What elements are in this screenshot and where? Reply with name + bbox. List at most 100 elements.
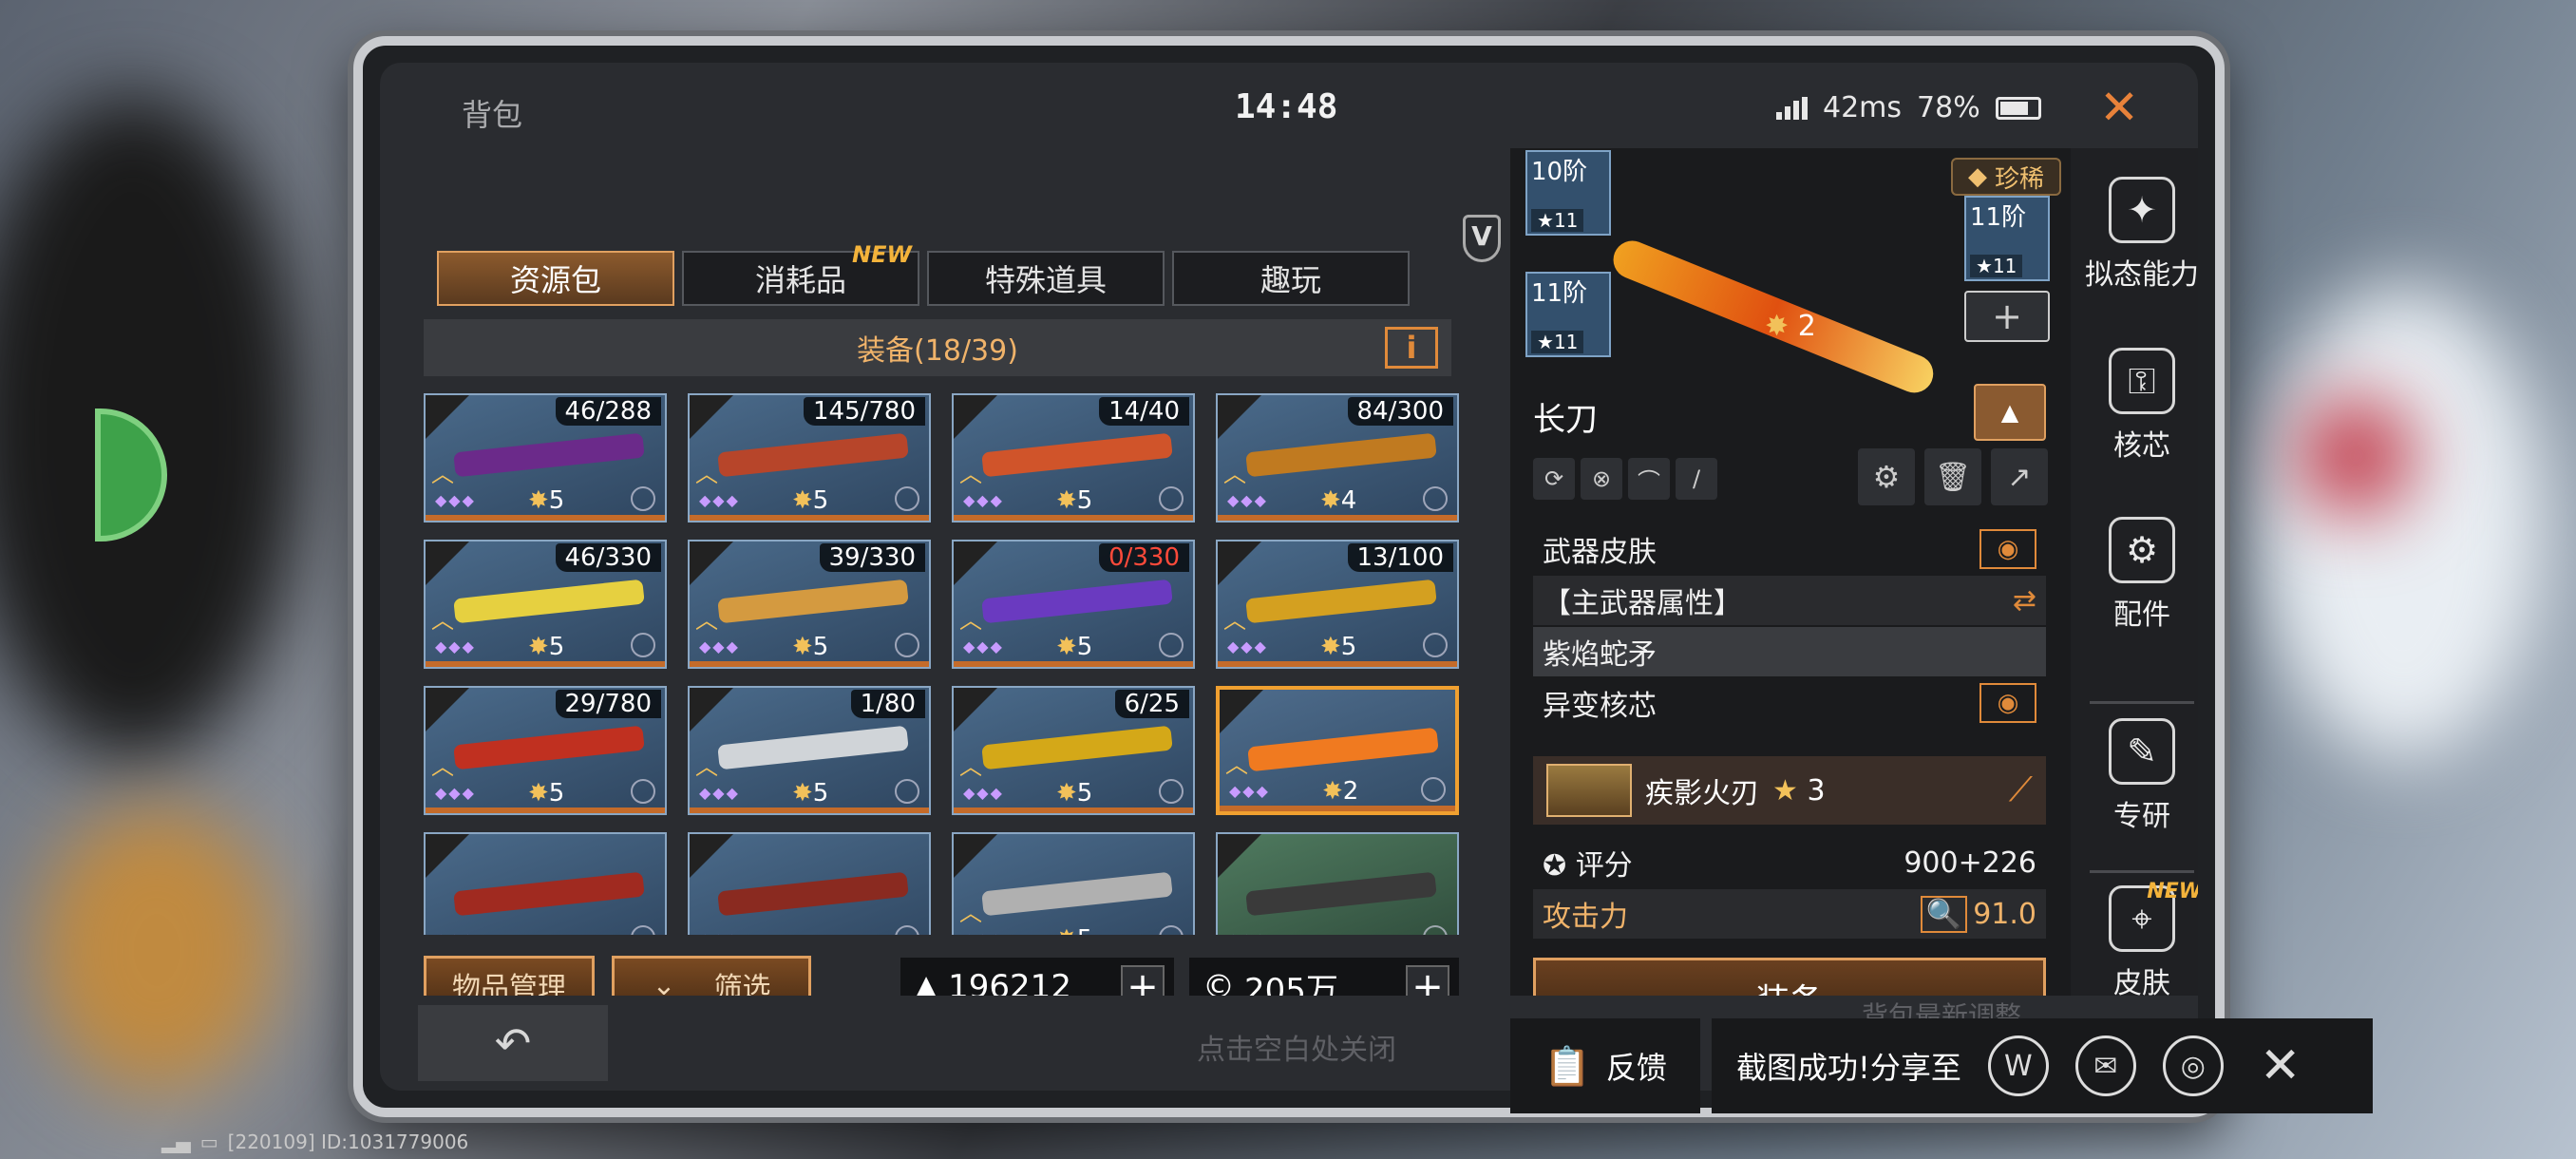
page-title: 背包 (462, 97, 523, 133)
refresh-icon (631, 633, 655, 657)
equipment-card[interactable]: 29/780 ︿ ◆◆◆ ✸5 (424, 686, 667, 815)
star-icon: ✸ (1056, 779, 1077, 808)
star-rating: ✸5 (528, 486, 564, 515)
attachment-icon: ⚙ (2109, 517, 2175, 583)
nav-label: 专研 (2113, 800, 2170, 833)
score-row: ✪ 评分 900+226 (1533, 838, 2046, 887)
background-shape (2261, 285, 2546, 760)
equipment-card[interactable]: 6/25 ︿ ◆◆◆ ✸5 (952, 686, 1195, 815)
equipment-card[interactable]: 39/330 ︿ ◆◆◆ ✸5 (688, 540, 931, 669)
item-count: 39/330 (819, 543, 925, 572)
star-count: 5 (812, 633, 829, 661)
star-count: 5 (548, 633, 565, 661)
item-count: 145/780 (803, 397, 925, 426)
background-shape (38, 808, 275, 1092)
rarity-corner-icon (1220, 690, 1263, 733)
chevron-up-icon: ︿ (1225, 751, 1248, 778)
rarity-corner-icon (690, 542, 733, 585)
close-icon[interactable]: ✕ (2099, 84, 2139, 131)
battery-icon: ▭ (199, 1130, 218, 1153)
attr-row[interactable]: 【主武器属性】 ⇄ (1533, 576, 2046, 625)
tab-resource-pack[interactable]: 资源包 (437, 251, 674, 306)
inventory-panel: V 资源包 消耗品 NEW 特殊道具 趣玩 装备(18/39) i 46/288 … (418, 148, 1510, 1016)
weapon-detail-panel: 10阶 ★11 11阶 ★11 11阶 ★11 ◆ 珍稀 + ✸ 2 长刀 ▲ ⟳… (1510, 148, 2071, 1039)
equipment-card[interactable]: ◆◆◆ (424, 832, 667, 935)
core-thumbnail (1546, 764, 1632, 817)
equipment-card[interactable]: 145/780 ︿ ◆◆◆ ✸5 (688, 393, 931, 522)
gear-icon[interactable]: ⚙ (1858, 448, 1915, 505)
tier-slot[interactable]: 10阶 ★11 (1525, 150, 1611, 236)
inventory-screen: 背包 14:48 42ms 78% ✕ V 资源包 消耗品 NEW 特殊道具 趣玩… (380, 63, 2198, 1091)
rarity-corner-icon (690, 395, 733, 439)
star-icon: ✸ (792, 779, 813, 808)
refresh-icon (1423, 486, 1448, 511)
equipment-card[interactable]: 1/80 ︿ ◆◆◆ ✸5 (688, 686, 931, 815)
trash-icon[interactable]: 🗑 (1924, 448, 1981, 505)
equipment-card[interactable]: ︿ ◆◆◆ ✸2 (1216, 686, 1459, 815)
weapon-image (453, 579, 645, 624)
item-count: 84/300 (1347, 397, 1453, 426)
magnify-icon[interactable]: 🔍 (1920, 895, 1968, 933)
upgrade-icon[interactable]: ▲ (1974, 384, 2046, 441)
share-icon[interactable]: ↗ (1991, 448, 2048, 505)
feedback-button[interactable]: 📋 反馈 (1510, 1018, 1700, 1113)
equipment-card[interactable]: ◆◆◆ (688, 832, 931, 935)
refresh-icon (631, 779, 655, 804)
chevron-up-icon: ︿ (695, 607, 718, 634)
equipment-card[interactable]: ︿ ◆◆◆ ✸5 (952, 832, 1195, 935)
cancel-icon[interactable]: ⊗ (1581, 458, 1622, 500)
rank-dots: ◆◆◆ (435, 637, 476, 656)
rarity-corner-icon (690, 834, 733, 878)
tap-to-close-hint[interactable]: 点击空白处关闭 (1197, 1026, 1396, 1068)
tab-fun[interactable]: 趣玩 (1172, 251, 1410, 306)
weapon-image (717, 725, 909, 770)
nav-mimic[interactable]: ✦ 拟态能力 (2071, 177, 2198, 293)
back-button[interactable]: ↶ (418, 1005, 608, 1081)
skin-label: 武器皮肤 (1543, 536, 1657, 569)
tab-special-items[interactable]: 特殊道具 (927, 251, 1165, 306)
weapon-image (453, 871, 645, 917)
eye-icon[interactable]: ◉ (1979, 683, 2036, 723)
star-icon: ✸ (1056, 633, 1077, 661)
close-icon[interactable]: ✕ (2260, 1037, 2301, 1094)
tier-slot[interactable]: 11阶 ★11 (1964, 196, 2050, 281)
rarity-corner-icon (954, 834, 997, 878)
star-icon: ✸ (528, 779, 549, 808)
nav-attachment[interactable]: ⚙ 配件 (2071, 517, 2198, 633)
weibo-icon[interactable]: W (1987, 1036, 2049, 1096)
star-icon: ✸ (1056, 925, 1077, 935)
equipment-card[interactable]: 46/288 ︿ ◆◆◆ ✸5 (424, 393, 667, 522)
rank-dots: ◆◆◆ (1229, 782, 1270, 800)
rarity-label: 珍稀 (1994, 164, 2044, 194)
equipment-card[interactable]: 14/40 ︿ ◆◆◆ ✸5 (952, 393, 1195, 522)
tab-consumables[interactable]: 消耗品 NEW (682, 241, 919, 306)
nav-label: 配件 (2113, 598, 2170, 632)
equipment-card[interactable]: 0/330 ︿ ◆◆◆ ✸5 (952, 540, 1195, 669)
mode-icon[interactable]: ⟳ (1533, 458, 1575, 500)
core-item[interactable]: 疾影火刃 ★ 3 ⟋ (1533, 756, 2046, 825)
tier-slot[interactable]: 11阶 ★11 (1525, 272, 1611, 357)
equipment-card[interactable]: 84/300 ︿ ◆◆◆ ✸4 (1216, 393, 1459, 522)
weapon-image (981, 579, 1173, 624)
vip-badge-icon: V (1463, 215, 1501, 262)
star-count: 5 (1076, 633, 1093, 661)
eye-icon[interactable]: ◉ (1979, 529, 2036, 569)
nav-core[interactable]: ⚿ 核芯 (2071, 348, 2198, 464)
side-nav: ✦ 拟态能力 ⚿ 核芯 ⚙ 配件 ✎ 专研 ⌖ 皮肤 NEW (2071, 148, 2198, 1003)
weapon-image (981, 871, 1173, 917)
equipment-card[interactable]: 13/100 ︿ ◆◆◆ ✸5 (1216, 540, 1459, 669)
info-icon[interactable]: i (1385, 327, 1438, 369)
add-tier-button[interactable]: + (1964, 291, 2050, 342)
equipment-card[interactable]: 46/330 ︿ ◆◆◆ ✸5 (424, 540, 667, 669)
hook-icon[interactable]: ⌒ (1628, 458, 1670, 500)
nav-research[interactable]: ✎ 专研 (2071, 718, 2198, 834)
star-rating: ✸5 (1056, 925, 1092, 935)
attack-label: 攻击力 (1543, 901, 1628, 934)
wechat-icon[interactable]: ✉ (2074, 1036, 2136, 1096)
equipment-card[interactable]: ◆◆◆ (1216, 832, 1459, 935)
progress-bar (690, 661, 929, 667)
nav-skin[interactable]: ⌖ 皮肤 NEW (2071, 880, 2198, 1001)
blade-icon[interactable]: / (1676, 458, 1717, 500)
moments-icon[interactable]: ◎ (2162, 1036, 2224, 1096)
core-icon: ⚿ (2109, 348, 2175, 414)
